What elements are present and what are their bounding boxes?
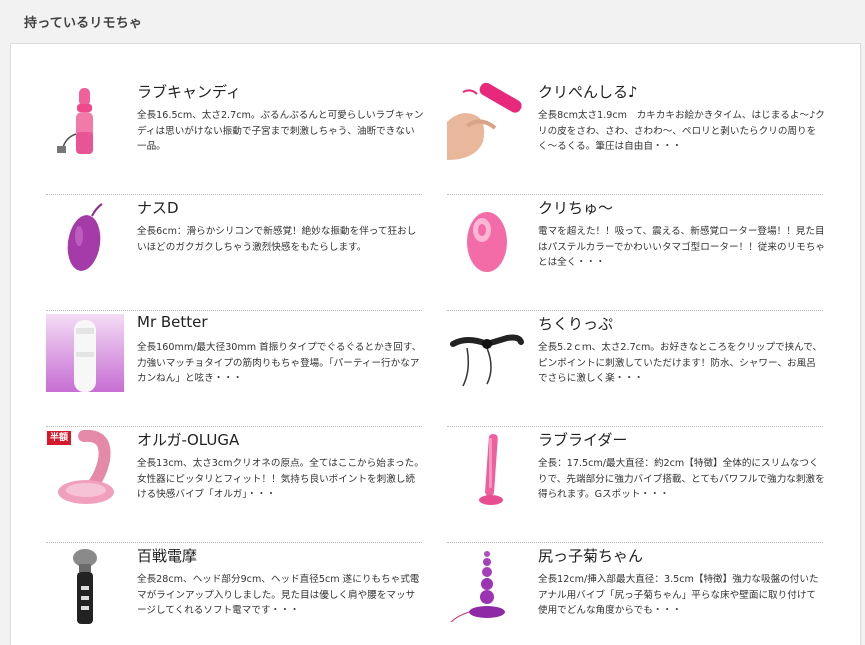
list-item[interactable]: 百戦電摩 全長28cm、ヘッド部分9cm、ヘッド直径5cm 遂にりもちゃ式電マが…	[46, 543, 422, 645]
item-description: 全長8cm太さ1.9cm カキカキお絵かきタイム、はじまるよ～♪クリの皮をさわ、…	[538, 110, 825, 153]
item-title[interactable]: ラブライダー	[538, 429, 627, 450]
item-description: 全長5.2ｃｍ、太さ2.7cm。お好きなところをクリップで挟んで、ピンポイントに…	[538, 342, 823, 385]
list-item[interactable]: ラブライダー 全長：17.5cm/最大直径：約2cm【特徴】全体的にスリムなつく…	[447, 427, 825, 543]
item-title[interactable]: クリちゅ～	[538, 197, 613, 218]
item-title[interactable]: ラブキャンディ	[137, 81, 241, 102]
section-title: 持っているリモちゃ	[24, 16, 143, 31]
purple-beads-image[interactable]	[447, 546, 525, 624]
pink-egg-rotor-image[interactable]	[447, 198, 525, 276]
list-item[interactable]: ラブキャンディ 全長16.5cm、太さ2.7cm。ぷるんぷるんと可愛らしいラブキ…	[46, 79, 424, 195]
pink-vibrator-image[interactable]	[46, 82, 124, 160]
item-description: 全長：17.5cm/最大直径：約2cm【特徴】全体的にスリムなつくりで、先端部分…	[538, 458, 825, 501]
item-title[interactable]: ちくりっぷ	[538, 313, 613, 334]
list-item[interactable]: クリちゅ～ 電マを超えた！！吸って、震える、新感覚ローター登場！！見た目はパステ…	[447, 195, 825, 311]
item-description: 全長12cm/挿入部最大直径：3.5cm【特徴】強力な吸盤の付いたアナル用バイブ…	[538, 574, 819, 617]
list-item[interactable]: ちくりっぷ 全長5.2ｃｍ、太さ2.7cm。お好きなところをクリップで挟んで、ピ…	[447, 311, 823, 427]
item-description: 電マを超えた！！吸って、震える、新感覚ローター登場！！見た目はパステルカラーでか…	[538, 226, 825, 269]
item-title[interactable]: クリぺんしる♪	[538, 81, 638, 102]
item-title[interactable]: 尻っ子菊ちゃん	[538, 545, 643, 566]
item-description: 全長16.5cm、太さ2.7cm。ぷるんぷるんと可愛らしいラブキャンディは思いが…	[137, 110, 424, 153]
remocha-grid: ラブキャンディ 全長16.5cm、太さ2.7cm。ぷるんぷるんと可愛らしいラブキ…	[46, 79, 825, 645]
pink-pencil-toy-image[interactable]	[447, 82, 525, 160]
list-item[interactable]: Mr Better 全長160mm/最大径30mm 首振りタイプでぐるぐるとかき…	[46, 311, 422, 427]
remocha-list-panel: ラブキャンディ 全長16.5cm、太さ2.7cm。ぷるんぷるんと可愛らしいラブキ…	[10, 43, 861, 645]
item-description: 全長28cm、ヘッド部分9cm、ヘッド直径5cm 遂にりもちゃ式電マがラインアッ…	[137, 574, 420, 617]
item-description: 全長160mm/最大径30mm 首振りタイプでぐるぐるとかき回す、力強いマッチョ…	[137, 342, 422, 385]
item-title[interactable]: ナスD	[137, 197, 179, 218]
black-clip-image[interactable]	[447, 314, 525, 392]
pink-slim-vibe-image[interactable]	[447, 430, 525, 508]
purple-egg-image[interactable]	[46, 198, 124, 276]
item-title[interactable]: Mr Better	[137, 313, 208, 331]
list-item[interactable]: クリぺんしる♪ 全長8cm太さ1.9cm カキカキお絵かきタイム、はじまるよ～♪…	[447, 79, 825, 195]
pink-oluga-image[interactable]: 半額	[46, 430, 124, 508]
item-title[interactable]: 百戦電摩	[137, 545, 197, 566]
item-description: 全長13cm、太さ3cmクリオネの原点。全てはここから始まった。女性器にピッタリ…	[137, 458, 424, 501]
white-toy-image[interactable]	[46, 314, 124, 392]
half-price-badge: 半額	[47, 431, 72, 445]
list-item[interactable]: 半額 オルガ-OLUGA 全長13cm、太さ3cmクリオネの原点。全てはここから…	[46, 427, 424, 543]
list-item[interactable]: ナスD 全長6cm：滑らかシリコンで新感覚！絶妙な振動を伴って狂おしいほどのガク…	[46, 195, 422, 311]
wand-massager-image[interactable]	[46, 546, 124, 624]
item-title[interactable]: オルガ-OLUGA	[137, 429, 239, 450]
item-description: 全長6cm：滑らかシリコンで新感覚！絶妙な振動を伴って狂おしいほどのガクガクしち…	[137, 226, 417, 253]
list-item[interactable]: 尻っ子菊ちゃん 全長12cm/挿入部最大直径：3.5cm【特徴】強力な吸盤の付い…	[447, 543, 823, 645]
